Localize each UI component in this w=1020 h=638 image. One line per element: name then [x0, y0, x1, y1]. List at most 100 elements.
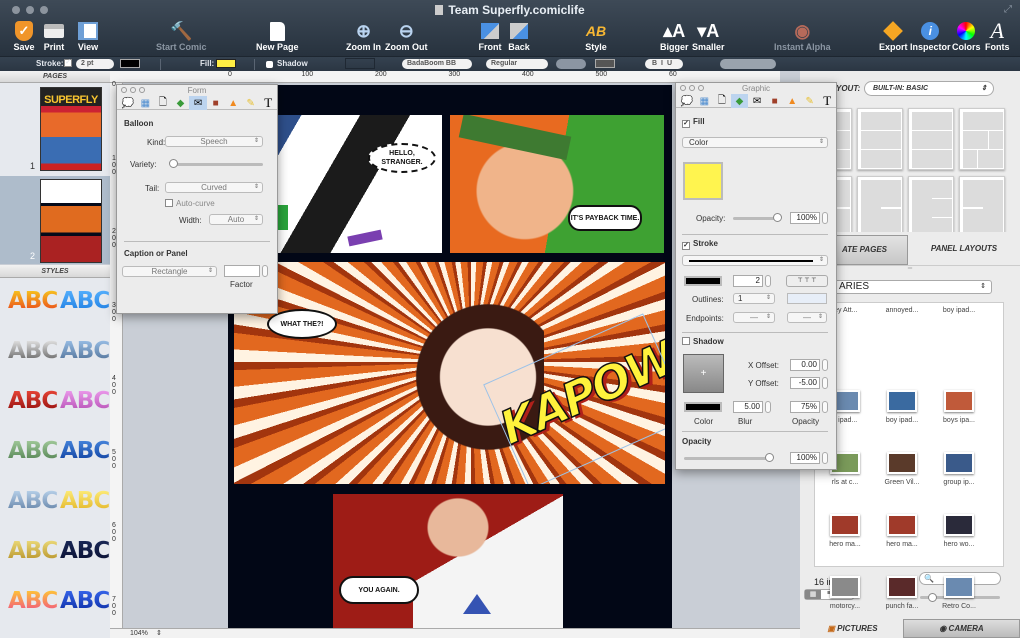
image-caption[interactable]: boys ipa...	[929, 417, 989, 424]
image-caption[interactable]: Green Vil...	[872, 479, 932, 486]
back-button[interactable]: Back	[507, 20, 531, 56]
style-button[interactable]: AB Style	[584, 20, 608, 56]
tail-select[interactable]: Curved	[165, 182, 263, 193]
fill-opacity-knob[interactable]	[773, 213, 782, 222]
tab-text-icon[interactable]: T	[819, 93, 837, 108]
shadow-opacity-field[interactable]: 75%	[790, 401, 820, 413]
tab-text-icon[interactable]: T	[260, 95, 278, 110]
inspector-titlebar[interactable]: Graphic	[676, 83, 836, 94]
width-select[interactable]: Auto	[209, 214, 263, 225]
variety-slider[interactable]	[171, 163, 263, 166]
bigger-button[interactable]: ▴A Bigger	[660, 20, 689, 56]
outlines-select[interactable]: 1	[733, 293, 775, 304]
tab-lettering-icon[interactable]: ▲	[224, 96, 242, 110]
bold-button[interactable]: B	[652, 60, 661, 67]
tab-page-icon[interactable]: 🗋	[154, 96, 172, 110]
speech-bubble[interactable]: YOU AGAIN.	[339, 576, 419, 604]
checkbox[interactable]	[165, 199, 173, 207]
tab-graphic-icon[interactable]: ◆	[172, 96, 190, 110]
stroke-width-stepper[interactable]	[765, 275, 771, 287]
fill-opacity-stepper[interactable]	[822, 212, 828, 224]
tab-ruler-icon[interactable]: ✎	[801, 94, 819, 108]
stroke-width-select[interactable]: 2 pt	[76, 59, 114, 69]
text-style-swatch[interactable]: ABC	[8, 288, 58, 314]
tab-panel-layouts[interactable]: PANEL LAYOUTS	[908, 235, 1020, 265]
stroke-width-field[interactable]: 2	[733, 275, 763, 287]
comic-panel-2[interactable]: IT'S PAYBACK TIME.	[450, 115, 664, 253]
outline-color-well[interactable]	[787, 293, 827, 304]
panel-layout-option[interactable]	[836, 108, 852, 170]
close-button[interactable]	[121, 87, 127, 93]
zoom-out-button[interactable]: ⊖ Zoom Out	[385, 20, 428, 56]
text-style-swatch[interactable]: ABC	[60, 388, 110, 414]
zoom-button[interactable]	[139, 87, 145, 93]
tab-ruler-icon[interactable]: ✎	[242, 96, 260, 110]
fullscreen-icon[interactable]: ⤢	[1004, 4, 1012, 15]
library-source-select[interactable]: ARIES ⇕	[820, 280, 992, 294]
panel-layout-option[interactable]	[908, 108, 954, 170]
instant-alpha-button[interactable]: ◉ Instant Alpha	[774, 20, 831, 56]
image-caption[interactable]: boy ipad...	[872, 417, 932, 424]
text-style-swatch[interactable]: ABC	[8, 338, 58, 364]
print-button[interactable]: Print	[42, 20, 66, 56]
colors-button[interactable]: Colors	[952, 20, 981, 56]
new-page-button[interactable]: New Page	[256, 20, 299, 56]
image-thumbnail[interactable]	[944, 514, 974, 536]
text-style-swatch[interactable]: ABC	[60, 488, 110, 514]
save-button[interactable]: ✓ Save	[12, 20, 36, 56]
text-style-swatch[interactable]: ABC	[60, 288, 110, 314]
checkbox[interactable]	[682, 337, 690, 345]
stroke-checkbox[interactable]: ✓ Stroke	[682, 239, 718, 250]
text-style-swatch[interactable]: ABC	[8, 438, 58, 464]
font-select[interactable]: BadaBoom BB	[402, 59, 472, 69]
shadow-offset-pad[interactable]: +	[683, 354, 724, 393]
image-caption[interactable]: group ip...	[929, 479, 989, 486]
image-thumbnail[interactable]	[944, 390, 974, 412]
thumbnail-size-knob[interactable]	[928, 593, 937, 602]
text-style-buttons[interactable]: BIU	[645, 59, 683, 69]
fill-color-well[interactable]	[216, 59, 236, 68]
zoom-button[interactable]	[698, 85, 704, 91]
image-caption[interactable]: hero ma...	[872, 541, 932, 548]
fill-type-select[interactable]: Color	[682, 137, 828, 148]
image-caption[interactable]: punch fa...	[872, 603, 932, 610]
panel-layout-option[interactable]	[857, 108, 903, 170]
image-thumbnail[interactable]	[830, 576, 860, 598]
shadow-blur-field[interactable]: 5.00	[733, 401, 763, 413]
front-button[interactable]: Front	[478, 20, 502, 56]
autocurve-checkbox[interactable]: Auto-curve	[165, 199, 215, 208]
fill-color-well[interactable]	[683, 162, 723, 200]
comic-panel-3[interactable]: WHAT THE?! KAPOW!	[234, 262, 665, 484]
fonts-button[interactable]: A Fonts	[985, 20, 1010, 56]
image-thumbnail[interactable]	[887, 576, 917, 598]
overall-opacity-field[interactable]: 100%	[790, 452, 820, 464]
text-style-swatch[interactable]: ABC	[8, 588, 58, 614]
tab-balloon-icon[interactable]: 💭	[119, 96, 137, 110]
font-size-select[interactable]	[556, 59, 586, 69]
image-caption[interactable]: Retro Co...	[929, 603, 989, 610]
close-button[interactable]	[680, 85, 686, 91]
export-button[interactable]: Export	[879, 20, 908, 56]
inspector-titlebar[interactable]: Form	[117, 85, 277, 96]
tab-page-icon[interactable]: 🗋	[713, 94, 731, 108]
factor-field[interactable]	[224, 265, 260, 277]
y-offset-stepper[interactable]	[822, 377, 828, 389]
underline-button[interactable]: U	[667, 60, 676, 67]
tab-layout-icon[interactable]: ▦	[137, 96, 155, 110]
speech-bubble[interactable]: HELLO, STRANGER.	[368, 143, 436, 173]
tab-balloon-icon[interactable]: 💭	[678, 94, 696, 108]
shadow-blur-stepper[interactable]	[765, 401, 771, 413]
overall-opacity-slider[interactable]	[684, 457, 772, 460]
checkbox[interactable]: ✓	[682, 242, 690, 250]
minimize-button[interactable]	[689, 85, 695, 91]
image-thumbnail[interactable]	[887, 452, 917, 474]
fill-checkbox[interactable]: ✓ Fill	[682, 117, 705, 128]
stroke-style-select[interactable]	[682, 255, 828, 266]
image-caption[interactable]: annoyed...	[872, 307, 932, 314]
zoom-level-select[interactable]: 104%	[130, 630, 148, 637]
page-thumbnail-1[interactable]: SUPERFLY	[40, 87, 102, 171]
checkbox[interactable]: ✓	[682, 120, 690, 128]
kind-select[interactable]: Speech	[165, 136, 263, 147]
panel-layout-option[interactable]	[959, 176, 1005, 232]
image-thumbnail[interactable]	[944, 576, 974, 598]
